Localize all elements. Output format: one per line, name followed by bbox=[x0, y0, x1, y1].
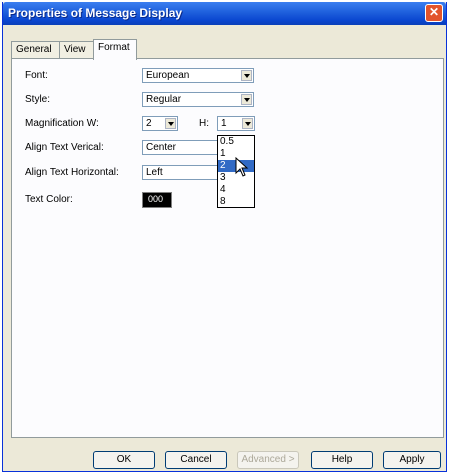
apply-button[interactable]: Apply bbox=[383, 451, 441, 469]
text-color-label: Text Color: bbox=[25, 194, 73, 205]
dropdown-option[interactable]: 8 bbox=[218, 196, 254, 208]
properties-dialog: Properties of Message Display ✕ General … bbox=[2, 2, 447, 472]
chevron-down-icon[interactable] bbox=[241, 94, 252, 105]
tab-view[interactable]: View bbox=[59, 41, 94, 58]
font-value: European bbox=[146, 70, 190, 81]
magnification-w-value: 2 bbox=[146, 118, 152, 129]
magnification-label: Magnification W: bbox=[25, 118, 99, 129]
align-horizontal-value: Left bbox=[146, 167, 163, 178]
help-button[interactable]: Help bbox=[311, 451, 373, 469]
align-vertical-value: Center bbox=[146, 142, 177, 153]
text-color-swatch[interactable]: 000 bbox=[142, 192, 172, 208]
style-label: Style: bbox=[25, 94, 51, 105]
tab-format[interactable]: Format bbox=[93, 39, 137, 60]
ok-button[interactable]: OK bbox=[93, 451, 155, 469]
magnification-h-label: H: bbox=[199, 118, 209, 129]
dropdown-option[interactable]: 0.5 bbox=[218, 136, 254, 148]
window-title: Properties of Message Display bbox=[8, 6, 183, 20]
advanced-button[interactable]: Advanced > bbox=[237, 451, 299, 469]
align-vertical-label: Align Text Verical: bbox=[25, 142, 104, 153]
chevron-down-icon[interactable] bbox=[242, 118, 253, 129]
chevron-down-icon[interactable] bbox=[241, 70, 252, 81]
close-icon[interactable]: ✕ bbox=[425, 4, 443, 22]
style-value: Regular bbox=[146, 94, 182, 105]
cancel-button[interactable]: Cancel bbox=[165, 451, 227, 469]
style-select[interactable]: Regular bbox=[142, 92, 254, 107]
font-label: Font: bbox=[25, 70, 48, 81]
chevron-down-icon[interactable] bbox=[165, 118, 176, 129]
title-bar[interactable]: Properties of Message Display ✕ bbox=[3, 2, 446, 25]
format-panel bbox=[11, 58, 444, 438]
text-color-value: 000 bbox=[148, 194, 164, 204]
magnification-h-value: 1 bbox=[221, 118, 227, 129]
tab-general[interactable]: General bbox=[11, 41, 60, 58]
dropdown-option[interactable]: 4 bbox=[218, 184, 254, 196]
align-horizontal-label: Align Text Horizontal: bbox=[25, 167, 119, 178]
font-select[interactable]: European bbox=[142, 68, 254, 83]
mouse-pointer-icon bbox=[235, 157, 249, 177]
magnification-w-select[interactable]: 2 bbox=[142, 116, 178, 131]
magnification-h-select[interactable]: 1 bbox=[217, 116, 255, 131]
